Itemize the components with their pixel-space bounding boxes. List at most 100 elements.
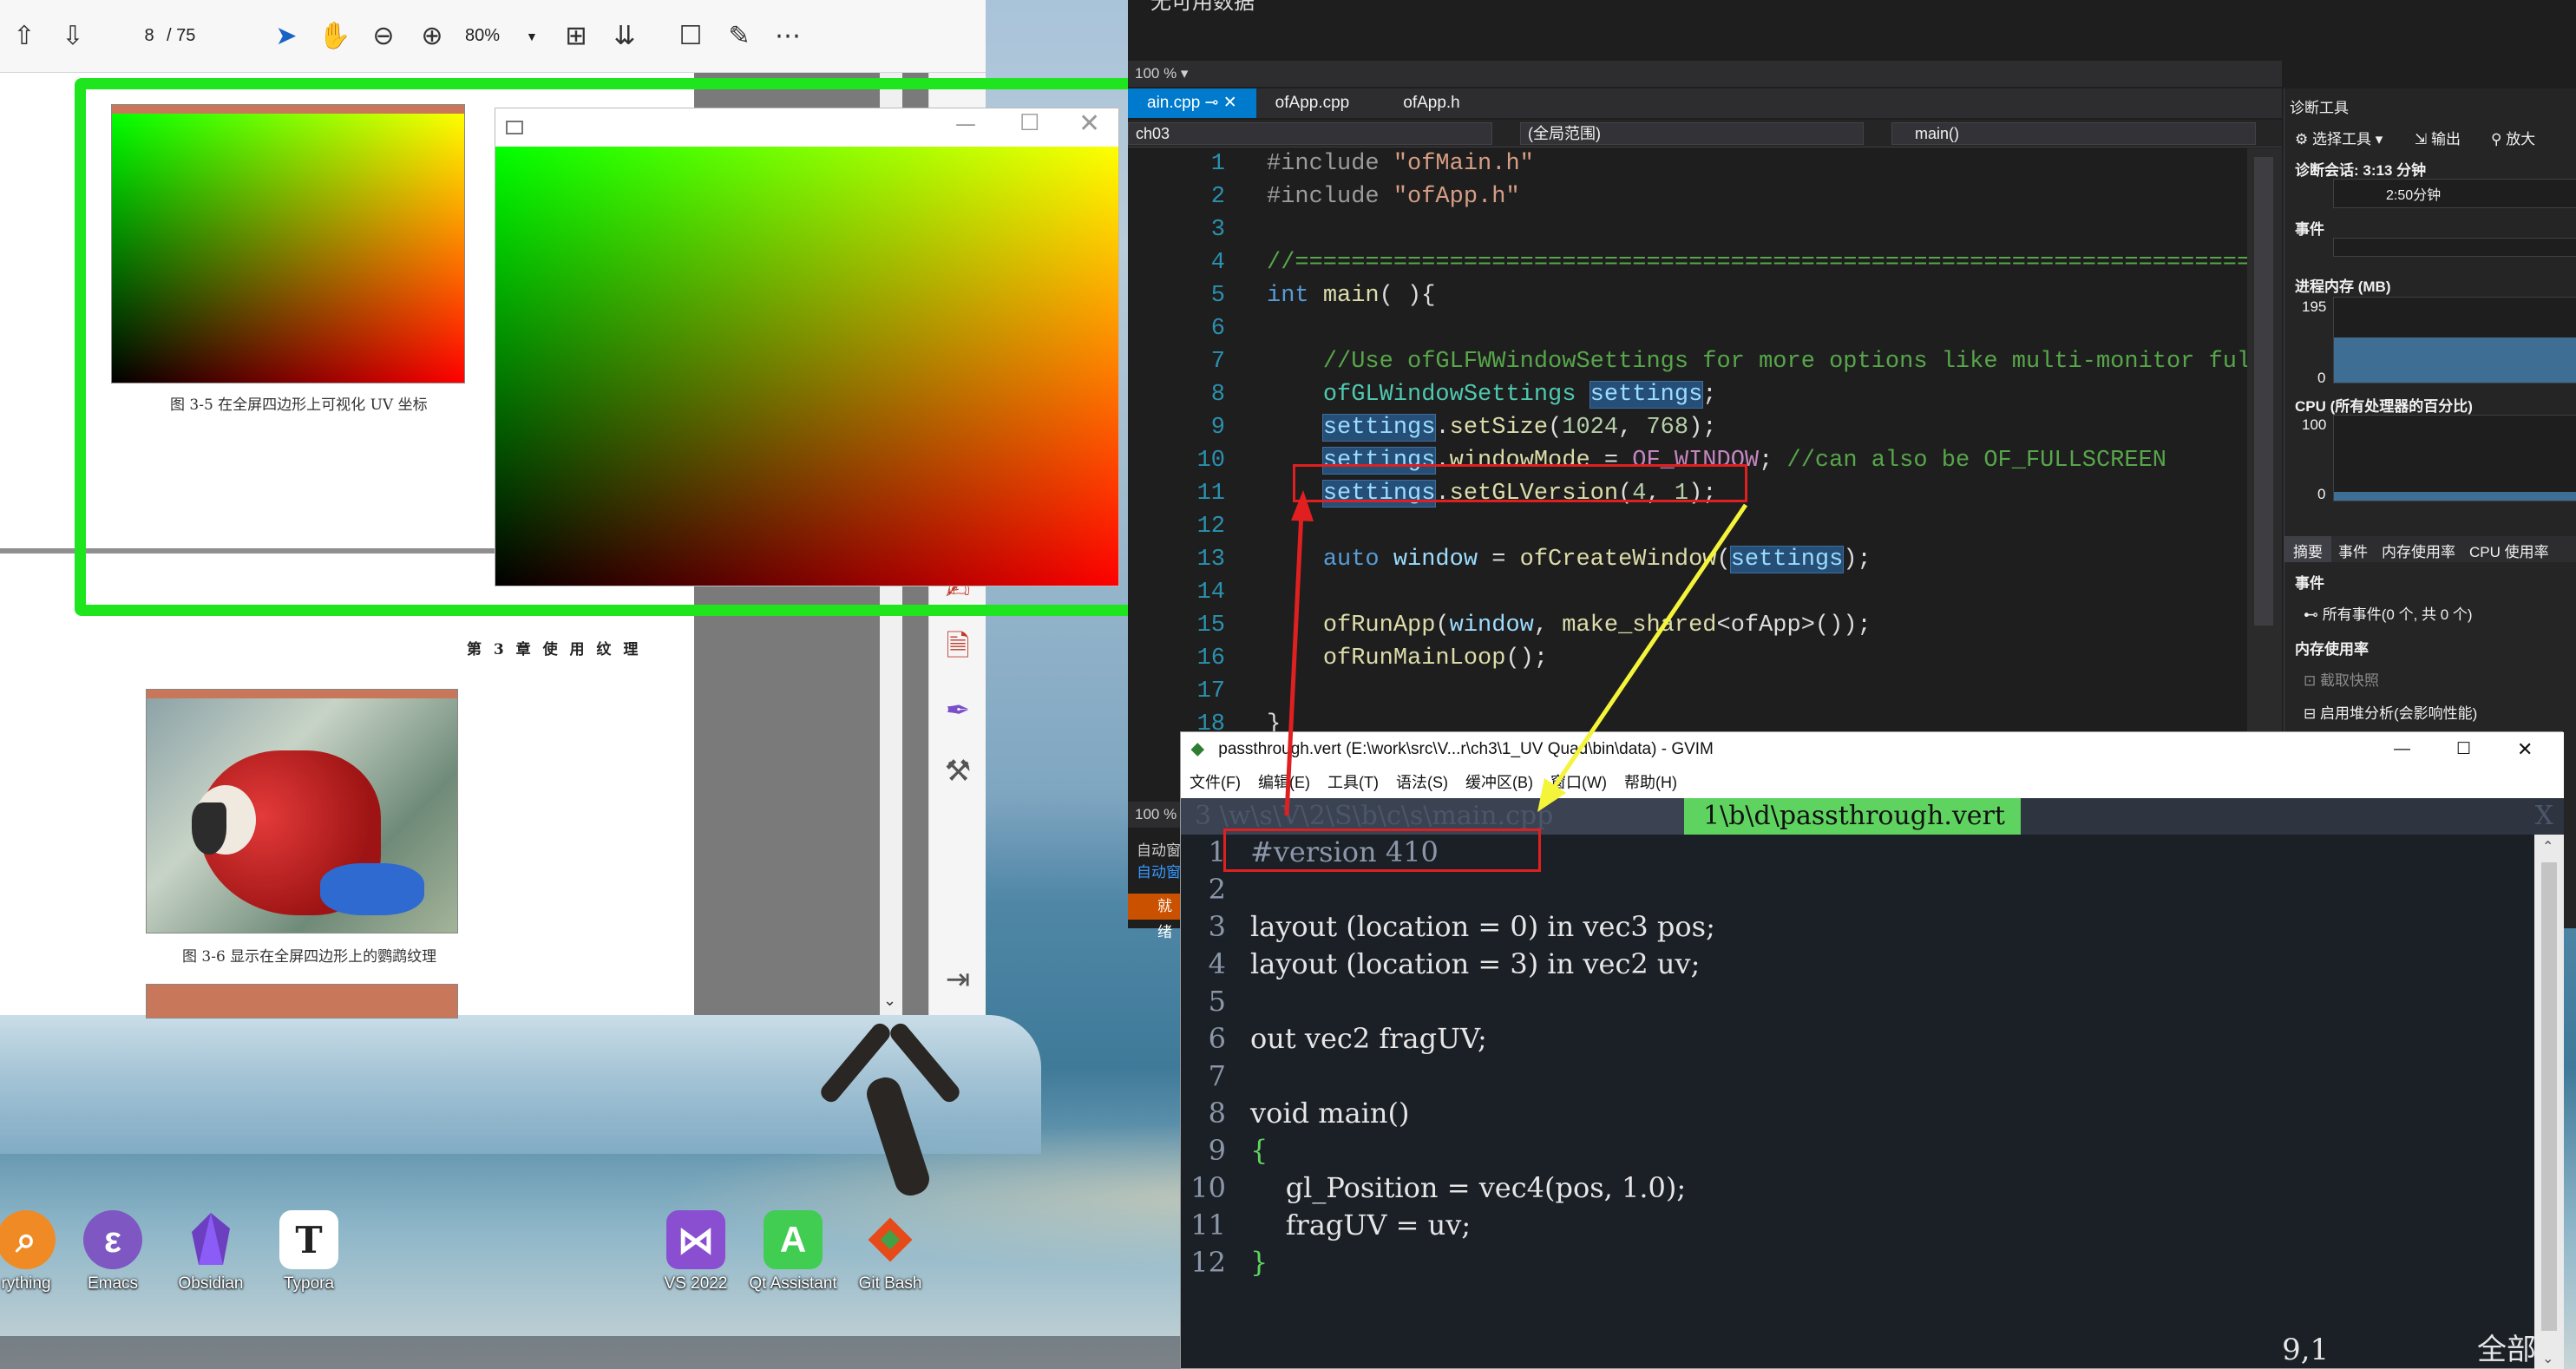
menu-syntax[interactable]: 语法(S) xyxy=(1387,767,1457,798)
editor-zoom[interactable]: 100 % xyxy=(1128,802,1180,828)
hand-tool-icon[interactable]: ✋ xyxy=(311,12,359,61)
code-line[interactable]: 14 xyxy=(1128,577,2256,608)
more-icon[interactable]: ⋯ xyxy=(764,12,812,61)
menu-window[interactable]: 窗口(W) xyxy=(1542,767,1616,798)
vim-line[interactable]: 7 xyxy=(1181,1058,2534,1094)
desktop-icon-emacs[interactable]: ε Emacs xyxy=(61,1210,165,1294)
tab-memory[interactable]: 内存使用率 xyxy=(2375,536,2462,562)
gvim-scrollbar[interactable]: ⌃ ⌄ xyxy=(2534,835,2564,1369)
vim-line[interactable]: 2 xyxy=(1181,872,2534,907)
gvim-window: ◆ passthrough.vert (E:\work\src\V...r\ch… xyxy=(1180,731,2564,1369)
code-line[interactable]: 16 ofRunMainLoop(); xyxy=(1128,643,2256,674)
zoom-level-select[interactable]: 80% xyxy=(465,26,526,46)
vim-code-text: out vec2 fragUV; xyxy=(1250,1022,1487,1055)
heap-profiling-toggle[interactable]: ⊟ 启用堆分析(会影响性能) xyxy=(2304,701,2477,723)
code-line[interactable]: 8 ofGLWindowSettings settings; xyxy=(1128,379,2256,410)
menu-buffers[interactable]: 缓冲区(B) xyxy=(1457,767,1542,798)
code-line[interactable]: 15 ofRunApp(window, make_shared<ofApp>()… xyxy=(1128,610,2256,641)
menu-tools[interactable]: 工具(T) xyxy=(1319,767,1387,798)
desktop-icon-typora[interactable]: T Typora xyxy=(257,1210,361,1294)
code-line[interactable]: 2 #include "ofApp.h" xyxy=(1128,181,2256,213)
code-line[interactable]: 3 xyxy=(1128,214,2256,246)
code-line[interactable]: 17 xyxy=(1128,676,2256,707)
code-line[interactable]: 1 #include "ofMain.h" xyxy=(1128,148,2256,180)
tab-ofapp-cpp[interactable]: ofApp.cpp xyxy=(1256,88,1369,118)
chevron-up-icon[interactable]: ⌃ xyxy=(2542,838,2553,855)
diag-title: 诊断工具 xyxy=(2290,100,2349,116)
desktop-icon-qt-assistant[interactable]: A Qt Assistant xyxy=(741,1210,845,1294)
vim-line[interactable]: 10 gl_Position = vec4(pos, 1.0); xyxy=(1181,1170,2534,1206)
scope-combo[interactable]: (全局范围) xyxy=(1520,122,1864,145)
code-line[interactable]: 13 auto window = ofCreateWindow(settings… xyxy=(1128,544,2256,575)
page-number-input[interactable]: 8 xyxy=(132,26,167,46)
tab-cpu[interactable]: CPU 使用率 xyxy=(2462,536,2556,562)
maximize-icon[interactable]: ☐ xyxy=(2456,732,2471,767)
page-up-icon[interactable]: ⇧ xyxy=(0,12,49,61)
vim-line[interactable]: 9{ xyxy=(1181,1133,2534,1169)
vim-line[interactable]: 5 xyxy=(1181,984,2534,1019)
tab-close-button[interactable]: X xyxy=(2535,798,2553,835)
code-line[interactable]: 4 //=====================================… xyxy=(1128,247,2256,278)
tab-ofapp-h[interactable]: ofApp.h xyxy=(1368,88,1479,118)
select-pointer-icon[interactable]: ➤ xyxy=(262,12,311,61)
typora-icon: T xyxy=(279,1210,338,1269)
export-pdf-icon[interactable]: 🗎 xyxy=(929,619,986,680)
zoom-button[interactable]: ⚲ 放大 xyxy=(2491,127,2535,148)
gvim-buffer[interactable]: 1 #version 410 2 3 layout (location = 0) in … xyxy=(1181,835,2534,1369)
chevron-down-icon[interactable]: ⌄ xyxy=(883,992,896,1010)
code-line[interactable]: 5 int main( ){ xyxy=(1128,280,2256,311)
comment-icon[interactable]: ☐ xyxy=(666,12,715,61)
output-zoom[interactable]: 100 % ▾ xyxy=(1128,61,2282,87)
chevron-down-icon[interactable]: ▼ xyxy=(526,29,552,43)
tab-summary[interactable]: 摘要 xyxy=(2284,536,2331,562)
code-text: #include "ofMain.h" xyxy=(1267,151,1534,177)
tab-events[interactable]: 事件 xyxy=(2331,536,2375,562)
vim-line[interactable]: 6 out vec2 fragUV; xyxy=(1181,1021,2534,1057)
desktop-icon-obsidian[interactable]: Obsidian xyxy=(159,1210,263,1294)
all-events-link[interactable]: ⊷ 所有事件(0 个, 共 0 个) xyxy=(2304,602,2473,624)
vim-line[interactable]: 3 layout (location = 0) in vec3 pos; xyxy=(1181,909,2534,945)
menu-help[interactable]: 帮助(H) xyxy=(1616,767,1686,798)
menu-edit[interactable]: 编辑(E) xyxy=(1249,767,1319,798)
fit-page-icon[interactable]: ⊞ xyxy=(552,12,600,61)
code-line[interactable]: 12 xyxy=(1128,511,2256,542)
fill-sign-icon[interactable]: ✒ xyxy=(929,680,986,741)
vim-line[interactable]: 8 void main() xyxy=(1181,1096,2534,1131)
pen-icon[interactable]: ✎ xyxy=(715,12,764,61)
vim-line[interactable]: 12} xyxy=(1181,1245,2534,1281)
minimize-icon[interactable]: — xyxy=(2394,732,2410,767)
desktop-icon-git-bash[interactable]: Git Bash xyxy=(838,1210,942,1294)
function-combo[interactable]: main() xyxy=(1891,122,2256,145)
zoom-in-icon[interactable]: ⊕ xyxy=(408,12,456,61)
project-combo[interactable]: ch03 xyxy=(1128,122,1492,145)
zoom-out-icon[interactable]: ⊖ xyxy=(359,12,408,61)
close-icon[interactable]: ✕ xyxy=(2517,732,2533,767)
glsl-version-highlight xyxy=(1223,829,1541,872)
editor-scrollbar[interactable] xyxy=(2247,148,2282,808)
more-tools-icon[interactable]: ⚒ xyxy=(929,741,986,802)
desktop-icon-vs2022[interactable]: ⋈ VS 2022 xyxy=(644,1210,748,1294)
git-bash-icon xyxy=(861,1210,920,1269)
camera-icon: ⊡ xyxy=(2304,672,2317,689)
vim-line-number: 4 xyxy=(1208,947,1226,980)
vim-code-text: } xyxy=(1250,1246,1268,1279)
page-down-icon[interactable]: ⇩ xyxy=(49,12,97,61)
code-line[interactable]: 9 settings.setSize(1024, 768); xyxy=(1128,412,2256,443)
chevron-down-icon[interactable]: ⌄ xyxy=(2542,1350,2553,1366)
code-line[interactable]: 7 //Use ofGLFWWindowSettings for more op… xyxy=(1128,346,2256,377)
output-text: 无可用数据 xyxy=(1150,0,1255,14)
collapse-panel-icon[interactable]: ⇥ xyxy=(929,949,986,1010)
tab-main-cpp[interactable]: ain.cpp ⊸ ✕ xyxy=(1128,88,1256,118)
select-tool-button[interactable]: ⚙ 选择工具 ▾ xyxy=(2295,127,2383,148)
scroll-mode-icon[interactable]: ⇊ xyxy=(600,12,649,61)
pdf-page-2: 第 3 章 使 用 纹 理 图 3-6 显示在全屏四边形上的鹦鹉纹理 xyxy=(0,553,694,1019)
vim-line[interactable]: 11 fragUV = uv; xyxy=(1181,1208,2534,1243)
output-button[interactable]: ⇲ 输出 xyxy=(2415,127,2461,148)
code-line[interactable]: 6 xyxy=(1128,313,2256,344)
snapshot-button[interactable]: ⊡ 截取快照 xyxy=(2304,668,2379,690)
vim-line[interactable]: 4 layout (location = 3) in vec2 uv; xyxy=(1181,947,2534,982)
gvim-menubar: 文件(F) 编辑(E) 工具(T) 语法(S) 缓冲区(B) 窗口(W) 帮助(… xyxy=(1181,767,2564,798)
line-number: 9 xyxy=(1210,415,1225,441)
tab-passthrough-vert[interactable]: 1\b\d\passthrough.vert xyxy=(1684,798,2021,835)
menu-file[interactable]: 文件(F) xyxy=(1181,767,1249,798)
